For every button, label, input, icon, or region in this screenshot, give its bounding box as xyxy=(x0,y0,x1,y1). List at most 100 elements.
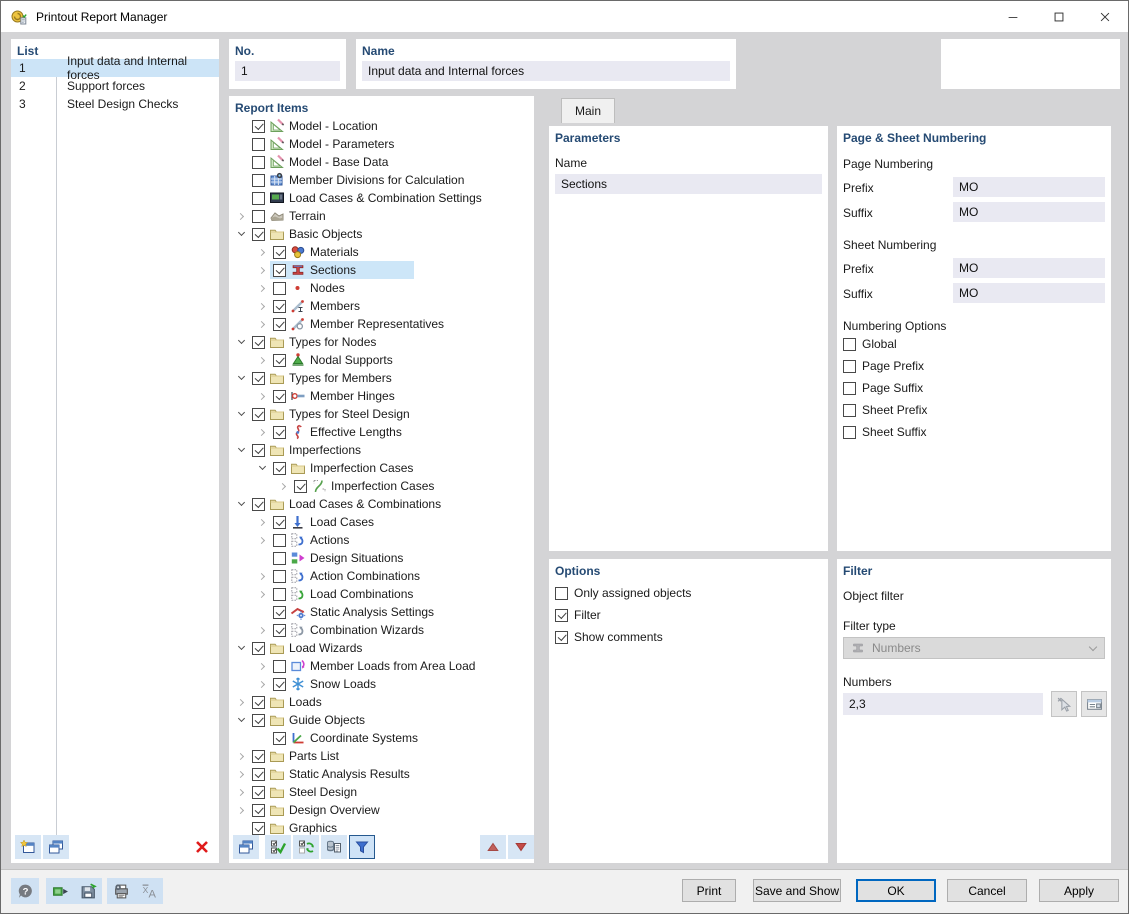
tree-item[interactable]: Coordinate Systems xyxy=(231,729,532,747)
tree-item[interactable]: Parts List xyxy=(231,747,532,765)
name-input[interactable] xyxy=(362,61,730,81)
tree-item[interactable]: Model - Base Data xyxy=(231,153,532,171)
tab-main[interactable]: Main xyxy=(561,98,616,123)
delete-report-button[interactable] xyxy=(189,835,215,859)
tree-checkbox[interactable] xyxy=(273,515,286,529)
tree-expander[interactable] xyxy=(255,585,270,603)
tree-expander[interactable] xyxy=(255,279,270,297)
maximize-button[interactable] xyxy=(1036,1,1082,32)
no-input[interactable] xyxy=(235,61,340,81)
tree-expander[interactable] xyxy=(234,441,249,459)
tree-checkbox[interactable] xyxy=(252,749,265,763)
tree-item[interactable]: Imperfection Cases xyxy=(231,459,532,477)
tree-checkbox[interactable] xyxy=(252,209,265,223)
tree-checkbox[interactable] xyxy=(273,731,286,745)
tree-expander[interactable] xyxy=(234,801,249,819)
tree-item[interactable]: Model - Parameters xyxy=(231,135,532,153)
checkbox-show-comments[interactable] xyxy=(555,630,568,644)
apply-button[interactable]: Apply xyxy=(1039,879,1119,902)
tree-item[interactable]: Static Analysis Settings xyxy=(231,603,532,621)
tree-checkbox[interactable] xyxy=(252,371,265,385)
tree-checkbox[interactable] xyxy=(252,767,265,781)
tree-expander[interactable] xyxy=(234,369,249,387)
cascade-windows-button[interactable] xyxy=(233,835,259,859)
tree-item[interactable]: Steel Design xyxy=(231,783,532,801)
tree-item[interactable]: Snow Loads xyxy=(231,675,532,693)
move-down-button[interactable] xyxy=(508,835,534,859)
tree-expander[interactable] xyxy=(234,207,249,225)
tree-checkbox[interactable] xyxy=(252,641,265,655)
tree-checkbox[interactable] xyxy=(252,785,265,799)
tree-expander[interactable] xyxy=(255,675,270,693)
tree-checkbox[interactable] xyxy=(252,407,265,421)
tree-expander[interactable] xyxy=(234,711,249,729)
tree-checkbox[interactable] xyxy=(273,245,286,259)
print-button[interactable]: Print xyxy=(682,879,736,902)
save-and-show-button[interactable]: Save and Show xyxy=(753,879,841,902)
tree-item[interactable]: Imperfections xyxy=(231,441,532,459)
help-button[interactable]: ? xyxy=(11,878,39,904)
tree-item[interactable]: Combination Wizards xyxy=(231,621,532,639)
tree-expander[interactable] xyxy=(234,225,249,243)
tree-expander[interactable] xyxy=(255,513,270,531)
tree-expander[interactable] xyxy=(255,423,270,441)
tree-item[interactable]: Types for Nodes xyxy=(231,333,532,351)
tree-item[interactable]: Effective Lengths xyxy=(231,423,532,441)
checkbox-global[interactable] xyxy=(843,337,856,351)
tree-expander[interactable] xyxy=(255,459,270,477)
page-prefix-input[interactable] xyxy=(953,177,1105,197)
language-button[interactable]: XA xyxy=(135,878,163,904)
list-item[interactable]: 1 Input data and Internal forces xyxy=(11,54,219,82)
tree-expander[interactable] xyxy=(234,783,249,801)
tree-expander[interactable] xyxy=(234,639,249,657)
check-all-button[interactable] xyxy=(265,835,291,859)
tree-checkbox[interactable] xyxy=(252,695,265,709)
list-item[interactable]: 3 Steel Design Checks xyxy=(11,95,219,113)
tree-item[interactable]: Sections xyxy=(231,261,532,279)
tree-item[interactable]: Action Combinations xyxy=(231,567,532,585)
tree-checkbox[interactable] xyxy=(252,119,265,133)
cancel-button[interactable]: Cancel xyxy=(947,879,1027,902)
tree-checkbox[interactable] xyxy=(252,803,265,817)
tree-item[interactable]: Guide Objects xyxy=(231,711,532,729)
tree-checkbox[interactable] xyxy=(273,263,286,277)
parameter-name-input[interactable] xyxy=(555,174,822,194)
page-suffix-input[interactable] xyxy=(953,202,1105,222)
tree-item[interactable]: Members xyxy=(231,297,532,315)
toggle-checks-button[interactable] xyxy=(293,835,319,859)
tree-item[interactable]: Basic Objects xyxy=(231,225,532,243)
tree-checkbox[interactable] xyxy=(273,551,286,565)
tree-item[interactable]: Member Loads from Area Load xyxy=(231,657,532,675)
tree-checkbox[interactable] xyxy=(252,173,265,187)
tree-item[interactable]: Types for Members xyxy=(231,369,532,387)
tree-expander[interactable] xyxy=(255,297,270,315)
checkbox-filter[interactable] xyxy=(555,608,568,622)
tree-item[interactable]: Actions xyxy=(231,531,532,549)
numbers-input[interactable] xyxy=(843,693,1043,715)
open-config-button[interactable] xyxy=(46,878,74,904)
tree-item[interactable]: Terrain xyxy=(231,207,532,225)
tree-item[interactable]: Member Hinges xyxy=(231,387,532,405)
ok-button[interactable]: OK xyxy=(856,879,936,902)
tree-item[interactable]: Nodal Supports xyxy=(231,351,532,369)
tree-expander[interactable] xyxy=(234,333,249,351)
new-report-button[interactable] xyxy=(15,835,41,859)
print-settings-button[interactable] xyxy=(107,878,135,904)
tree-checkbox[interactable] xyxy=(273,299,286,313)
tree-expander[interactable] xyxy=(255,567,270,585)
tree-item[interactable]: Types for Steel Design xyxy=(231,405,532,423)
checkbox-page-prefix[interactable] xyxy=(843,359,856,373)
tree-checkbox[interactable] xyxy=(273,587,286,601)
select-numbers-button[interactable] xyxy=(1081,691,1107,717)
tree-checkbox[interactable] xyxy=(273,281,286,295)
tree-checkbox[interactable] xyxy=(273,533,286,547)
checkbox-only-assigned-objects[interactable] xyxy=(555,586,568,600)
tree-expander[interactable] xyxy=(234,765,249,783)
tree-checkbox[interactable] xyxy=(273,461,286,475)
tree-expander[interactable] xyxy=(255,621,270,639)
tree-checkbox[interactable] xyxy=(273,569,286,583)
tree-expander[interactable] xyxy=(234,495,249,513)
move-up-button[interactable] xyxy=(480,835,506,859)
filter-button[interactable] xyxy=(349,835,375,859)
tree-checkbox[interactable] xyxy=(273,605,286,619)
